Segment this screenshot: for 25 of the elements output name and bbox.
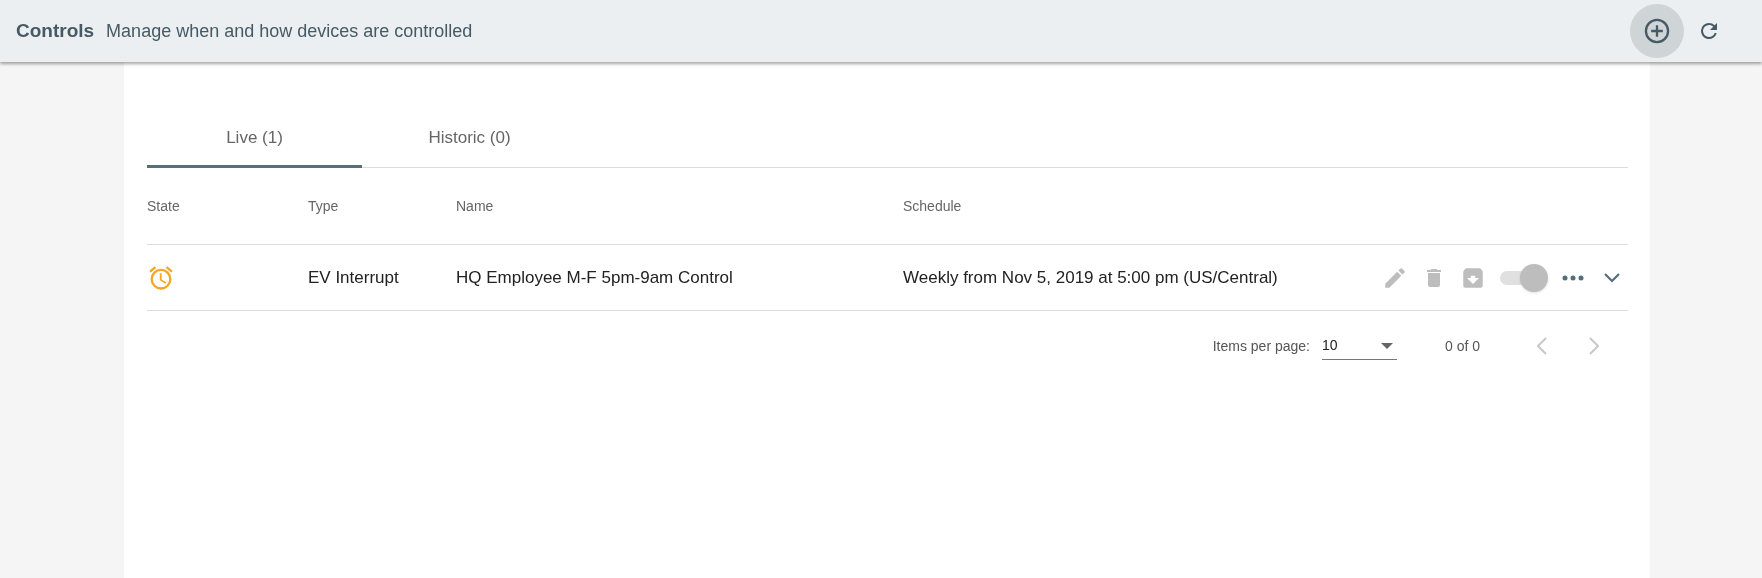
chevron-left-icon (1537, 337, 1547, 355)
alarm-clock-icon (147, 263, 175, 292)
page-title: Controls (16, 18, 95, 43)
column-header: Name (456, 197, 494, 214)
add-button[interactable] (1630, 4, 1684, 58)
tab[interactable]: Live (1) (147, 110, 362, 168)
column-header: Type (308, 197, 339, 214)
items-per-page-label: Items per page: (1212, 336, 1310, 356)
page-subtitle: Manage when and how devices are controlled (106, 19, 473, 43)
toggle-switch[interactable] (1500, 262, 1548, 293)
more-button[interactable] (1562, 274, 1584, 281)
column-header: State (147, 197, 180, 214)
more-icon (1562, 274, 1584, 281)
chevron-down-icon (1604, 272, 1620, 283)
chevron-right-icon (1589, 337, 1599, 355)
column-header: Schedule (903, 197, 962, 214)
expand-button[interactable] (1604, 272, 1620, 283)
page-range: 0 of 0 (1444, 336, 1480, 356)
table-cell: HQ Employee M-F 5pm-9am Control (456, 267, 733, 287)
dropdown-icon (1380, 342, 1393, 349)
table-cell: EV Interrupt (308, 267, 399, 287)
add-icon (1643, 17, 1671, 45)
tab[interactable]: Historic (0) (362, 110, 577, 168)
page-size-select[interactable]: 10 (1321, 332, 1397, 360)
table-cell: Weekly from Nov 5, 2019 at 5:00 pm (US/Central) (903, 267, 1278, 287)
